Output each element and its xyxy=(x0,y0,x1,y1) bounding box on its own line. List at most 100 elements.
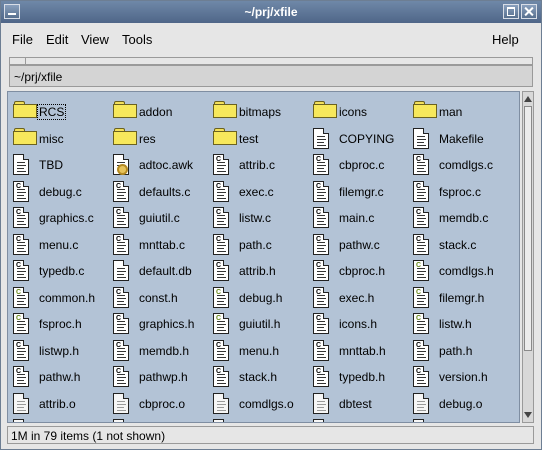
pane-strip[interactable] xyxy=(9,57,533,65)
file-item[interactable]: Cdebug.c xyxy=(12,178,112,204)
file-item[interactable]: Ccbproc.h xyxy=(312,257,412,283)
file-name: RCS xyxy=(37,104,67,120)
file-item[interactable]: Cversion.h xyxy=(412,363,512,389)
file-item[interactable]: Cexec.c xyxy=(212,178,312,204)
file-item[interactable]: misc xyxy=(12,125,112,151)
file-item[interactable]: Cmain.c xyxy=(312,204,412,230)
file-item[interactable]: Cfsproc.h xyxy=(12,310,112,336)
file-item[interactable]: Cstack.h xyxy=(212,363,312,389)
file-item[interactable]: Cpathwp.h xyxy=(112,363,212,389)
scroll-thumb[interactable] xyxy=(524,106,532,351)
file-item[interactable]: Clistwp.h xyxy=(12,337,112,363)
maximize-icon[interactable] xyxy=(503,4,519,19)
menu-view[interactable]: View xyxy=(81,32,109,47)
file-item[interactable]: Cmnttab.h xyxy=(312,337,412,363)
menu-help[interactable]: Help xyxy=(492,32,519,47)
file-item[interactable]: Cfilemgr.h xyxy=(412,284,512,310)
file-item[interactable]: defaults.o xyxy=(12,416,112,422)
file-item[interactable]: addon xyxy=(112,98,212,124)
file-name: mnttab.c xyxy=(139,237,186,252)
file-item[interactable]: Cstack.c xyxy=(412,231,512,257)
file-item[interactable]: Cattrib.c xyxy=(212,151,312,177)
file-item[interactable]: COPYING xyxy=(312,125,412,151)
menu-tools[interactable]: Tools xyxy=(122,32,152,47)
file-item[interactable]: Cattrib.h xyxy=(212,257,312,283)
vertical-scrollbar[interactable] xyxy=(522,91,534,423)
file-item[interactable]: debug.o xyxy=(412,390,512,416)
file-item[interactable]: cbproc.o xyxy=(112,390,212,416)
file-item[interactable]: Ctypedb.c xyxy=(12,257,112,283)
path-bar[interactable]: ~/prj/xfile xyxy=(9,65,533,87)
file-item[interactable]: Ccbproc.c xyxy=(312,151,412,177)
c-source-icon: C xyxy=(113,233,129,255)
text-file-icon xyxy=(413,127,429,149)
file-item[interactable]: man xyxy=(412,98,512,124)
file-item[interactable]: Cguiutil.c xyxy=(112,204,212,230)
file-item[interactable]: Cexec.h xyxy=(312,284,412,310)
title-bar[interactable]: ~/prj/xfile xyxy=(1,1,541,23)
file-item[interactable]: Cpath.c xyxy=(212,231,312,257)
file-item[interactable]: attrib.o xyxy=(12,390,112,416)
file-item[interactable]: Makefile xyxy=(412,125,512,151)
file-item[interactable]: res xyxy=(112,125,212,151)
file-item[interactable]: comdlgs.o xyxy=(212,390,312,416)
file-item[interactable]: Cmenu.h xyxy=(212,337,312,363)
file-item[interactable]: icons xyxy=(312,98,412,124)
file-item[interactable]: Cmenu.c xyxy=(12,231,112,257)
file-item[interactable]: Cmnttab.c xyxy=(112,231,212,257)
file-item[interactable]: Cfsproc.c xyxy=(412,178,512,204)
file-name: exec.c xyxy=(239,184,274,199)
file-item[interactable]: Ccomdlgs.h xyxy=(412,257,512,283)
file-name: icons.h xyxy=(339,317,378,331)
menu-file[interactable]: File xyxy=(12,32,33,47)
file-item[interactable]: Cconst.h xyxy=(112,284,212,310)
scroll-up-icon[interactable] xyxy=(524,94,532,104)
file-item[interactable]: Cgraphics.c xyxy=(12,204,112,230)
file-name: listw.c xyxy=(239,211,272,225)
file-item[interactable]: TBD xyxy=(12,151,112,177)
file-name: guiutil.h xyxy=(239,317,281,331)
object-file-icon xyxy=(13,392,29,414)
scroll-down-icon[interactable] xyxy=(524,410,532,420)
object-file-icon xyxy=(313,392,329,414)
file-item[interactable]: bitmaps xyxy=(212,98,312,124)
c-source-icon: C xyxy=(213,339,229,361)
file-item[interactable]: Cdebug.h xyxy=(212,284,312,310)
file-name: main.c xyxy=(339,211,375,225)
c-source-icon: C xyxy=(313,233,329,255)
file-item[interactable]: Ccommon.h xyxy=(12,284,112,310)
c-source-icon: C xyxy=(213,154,229,175)
file-item[interactable]: Cpathw.c xyxy=(312,231,412,257)
file-item[interactable]: Cicons.h xyxy=(312,310,412,336)
file-item[interactable]: Cmemdb.c xyxy=(412,204,512,230)
file-item[interactable]: Cdefaults.c xyxy=(112,178,212,204)
close-icon[interactable] xyxy=(521,4,537,19)
file-item[interactable]: Cguiutil.h xyxy=(212,310,312,336)
file-item[interactable]: test xyxy=(212,125,312,151)
file-item[interactable]: fsproc.o xyxy=(312,416,412,422)
file-list[interactable]: RCS addon bitmaps icons man misc res test COPYIN… xyxy=(7,91,520,423)
object-file-icon xyxy=(413,419,429,422)
file-name: filemgr.h xyxy=(439,290,485,305)
file-item[interactable]: Ccomdlgs.c xyxy=(412,151,512,177)
file-item[interactable]: adtoc.awk xyxy=(112,151,212,177)
file-item[interactable]: Cgraphics.h xyxy=(112,310,212,336)
file-item[interactable]: Cmemdb.h xyxy=(112,337,212,363)
file-item[interactable]: default.db xyxy=(112,257,212,283)
menu-edit[interactable]: Edit xyxy=(46,32,68,47)
file-item[interactable]: filemgr.o xyxy=(212,416,312,422)
file-item[interactable]: Clistw.h xyxy=(412,310,512,336)
file-item[interactable]: exec.o xyxy=(112,416,212,422)
c-source-icon: C xyxy=(413,154,429,175)
file-item[interactable]: Cpath.h xyxy=(412,337,512,363)
file-item[interactable]: Cfilemgr.c xyxy=(312,178,412,204)
file-item[interactable]: Cpathw.h xyxy=(12,363,112,389)
file-item[interactable]: Clistw.c xyxy=(212,204,312,230)
file-item[interactable]: RCS xyxy=(12,98,112,124)
text-file-icon xyxy=(313,127,329,149)
c-source-icon: C xyxy=(313,154,329,175)
file-item[interactable]: dbtest xyxy=(312,390,412,416)
file-item[interactable]: Ctypedb.h xyxy=(312,363,412,389)
c-source-icon: C xyxy=(313,260,329,281)
file-item[interactable]: graphics.o xyxy=(412,416,512,422)
